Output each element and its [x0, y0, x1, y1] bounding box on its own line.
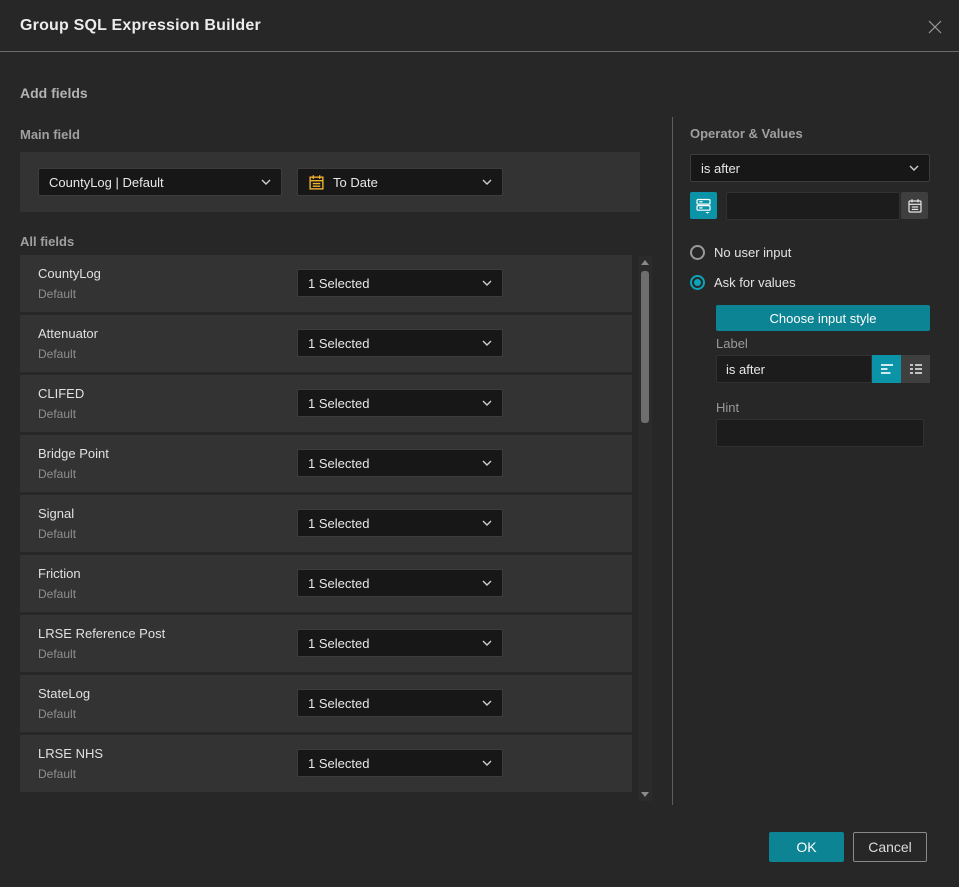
- field-row-friction: Friction Default 1 Selected: [20, 555, 632, 612]
- radio-ask-for-values[interactable]: Ask for values: [690, 275, 796, 290]
- chevron-down-icon: [482, 520, 492, 526]
- field-sublabel: Default: [38, 467, 77, 481]
- all-fields-heading: All fields: [20, 234, 75, 249]
- value-input[interactable]: [726, 192, 900, 220]
- radio-unchecked-icon: [690, 245, 705, 260]
- main-field-select[interactable]: CountyLog | Default: [38, 168, 282, 196]
- chevron-down-icon: [482, 179, 492, 185]
- field-selected-dropdown[interactable]: 1 Selected: [297, 329, 503, 357]
- field-selected-value: 1 Selected: [308, 755, 370, 771]
- date-picker-calendar-icon[interactable]: [901, 192, 928, 219]
- dialog-titlebar: Group SQL Expression Builder: [0, 0, 959, 52]
- operator-select-value: is after: [701, 160, 741, 176]
- field-selected-dropdown[interactable]: 1 Selected: [297, 569, 503, 597]
- field-sublabel: Default: [38, 767, 77, 781]
- dialog-title: Group SQL Expression Builder: [20, 17, 261, 34]
- fields-list-scrollbar[interactable]: [638, 256, 652, 801]
- field-selected-value: 1 Selected: [308, 455, 370, 471]
- ok-button[interactable]: OK: [769, 832, 844, 862]
- chevron-down-icon: [482, 760, 492, 766]
- radio-no-user-input[interactable]: No user input: [690, 245, 791, 260]
- field-sublabel: Default: [38, 287, 77, 301]
- field-name: CLIFED: [38, 386, 85, 401]
- bullet-list-icon[interactable]: [901, 355, 930, 383]
- cancel-button[interactable]: Cancel: [853, 832, 927, 862]
- chevron-down-icon: [482, 400, 492, 406]
- scrollbar-thumb[interactable]: [641, 271, 649, 423]
- field-sublabel: Default: [38, 707, 77, 721]
- field-selected-value: 1 Selected: [308, 335, 370, 351]
- radio-checked-icon: [690, 275, 705, 290]
- field-row-lrse-nhs: LRSE NHS Default 1 Selected: [20, 735, 632, 792]
- scrollbar-up-arrow-icon[interactable]: [641, 260, 649, 265]
- chevron-down-icon: [482, 340, 492, 346]
- field-selected-dropdown[interactable]: 1 Selected: [297, 389, 503, 417]
- field-row-lrse-reference-post: LRSE Reference Post Default 1 Selected: [20, 615, 632, 672]
- panel-divider: [672, 117, 673, 805]
- field-selected-dropdown[interactable]: 1 Selected: [297, 449, 503, 477]
- radio-label: No user input: [714, 245, 792, 260]
- chevron-down-icon: [482, 280, 492, 286]
- field-row-clifed: CLIFED Default 1 Selected: [20, 375, 632, 432]
- close-icon[interactable]: [923, 15, 947, 39]
- field-selected-value: 1 Selected: [308, 575, 370, 591]
- chevron-down-icon: [482, 700, 492, 706]
- add-fields-heading: Add fields: [20, 85, 88, 101]
- all-fields-list: CountyLog Default 1 Selected Attenuator …: [20, 255, 632, 795]
- field-selected-value: 1 Selected: [308, 635, 370, 651]
- chevron-down-icon: [482, 640, 492, 646]
- field-name: Signal: [38, 506, 75, 521]
- field-name: CountyLog: [38, 266, 101, 281]
- field-name: Friction: [38, 566, 81, 581]
- field-name: StateLog: [38, 686, 91, 701]
- hint-field-heading: Hint: [716, 400, 740, 415]
- field-row-statelog: StateLog Default 1 Selected: [20, 675, 632, 732]
- field-sublabel: Default: [38, 647, 77, 661]
- field-row-bridge-point: Bridge Point Default 1 Selected: [20, 435, 632, 492]
- field-row-signal: Signal Default 1 Selected: [20, 495, 632, 552]
- main-field-panel: CountyLog | Default To Date: [20, 152, 640, 212]
- field-sublabel: Default: [38, 527, 77, 541]
- align-left-icon[interactable]: [872, 355, 901, 383]
- field-selected-value: 1 Selected: [308, 275, 370, 291]
- calendar-icon: [308, 174, 325, 191]
- field-sublabel: Default: [38, 407, 77, 421]
- main-field-heading: Main field: [20, 127, 80, 142]
- field-selected-dropdown[interactable]: 1 Selected: [297, 509, 503, 537]
- field-selected-value: 1 Selected: [308, 395, 370, 411]
- field-selected-value: 1 Selected: [308, 695, 370, 711]
- label-field-heading: Label: [716, 336, 748, 351]
- main-field-select-value: CountyLog | Default: [49, 174, 164, 190]
- chevron-down-icon: [482, 580, 492, 586]
- hint-input[interactable]: [716, 419, 924, 447]
- field-selected-dropdown[interactable]: 1 Selected: [297, 629, 503, 657]
- field-name: LRSE NHS: [38, 746, 104, 761]
- field-sublabel: Default: [38, 587, 77, 601]
- date-type-select[interactable]: To Date: [297, 168, 503, 196]
- input-type-stack-icon[interactable]: [690, 192, 717, 219]
- chevron-down-icon: [482, 460, 492, 466]
- chevron-down-icon: [909, 165, 919, 171]
- field-selected-dropdown[interactable]: 1 Selected: [297, 749, 503, 777]
- field-sublabel: Default: [38, 347, 77, 361]
- field-row-attenuator: Attenuator Default 1 Selected: [20, 315, 632, 372]
- field-selected-dropdown[interactable]: 1 Selected: [297, 269, 503, 297]
- scrollbar-down-arrow-icon[interactable]: [641, 792, 649, 797]
- field-name: LRSE Reference Post: [38, 626, 166, 641]
- field-selected-dropdown[interactable]: 1 Selected: [297, 689, 503, 717]
- field-row-countylog: CountyLog Default 1 Selected: [20, 255, 632, 312]
- choose-input-style-button[interactable]: Choose input style: [716, 305, 930, 331]
- field-name: Bridge Point: [38, 446, 109, 461]
- field-name: Attenuator: [38, 326, 98, 341]
- chevron-down-icon: [261, 179, 271, 185]
- label-input[interactable]: [716, 355, 872, 383]
- radio-label: Ask for values: [714, 275, 796, 290]
- operator-values-heading: Operator & Values: [690, 126, 803, 141]
- field-selected-value: 1 Selected: [308, 515, 370, 531]
- operator-select[interactable]: is after: [690, 154, 930, 182]
- date-type-select-value: To Date: [333, 174, 378, 190]
